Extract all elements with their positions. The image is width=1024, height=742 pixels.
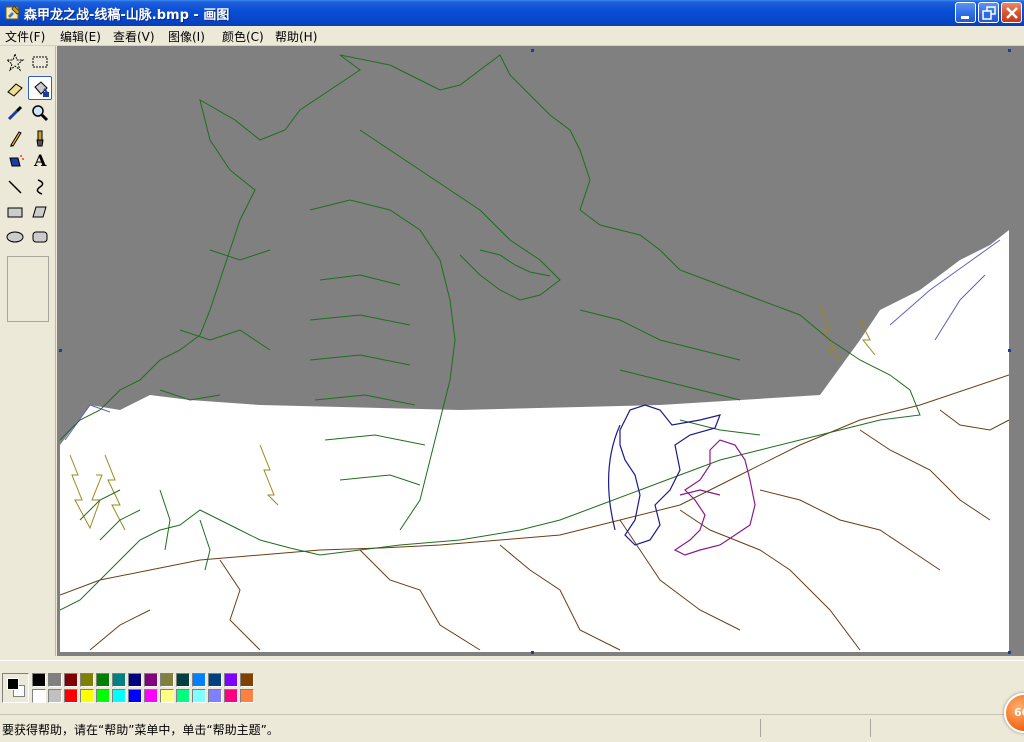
palette-swatch[interactable] (224, 673, 238, 687)
foreground-color-swatch (7, 678, 19, 690)
resize-handle-bottom[interactable] (531, 651, 534, 654)
palette-swatch[interactable] (144, 673, 158, 687)
window-title: 森甲龙之战-线稿-山脉.bmp - 画图 (24, 8, 230, 23)
star-select-icon (5, 52, 25, 72)
resize-handle-right[interactable] (1008, 349, 1011, 352)
minimize-icon (961, 16, 969, 19)
palette-swatch[interactable] (176, 689, 190, 703)
airbrush-icon (9, 155, 24, 167)
palette-swatch[interactable] (112, 673, 126, 687)
status-separator (870, 719, 871, 737)
resize-handle-left[interactable] (59, 349, 62, 352)
palette-swatch[interactable] (128, 689, 142, 703)
palette-swatch[interactable] (112, 689, 126, 703)
tool-polygon[interactable] (28, 200, 52, 224)
title-bar[interactable]: 森甲龙之战-线稿-山脉.bmp - 画图 (0, 0, 1024, 26)
ellipse-icon (6, 231, 24, 243)
text-icon: A (34, 151, 47, 170)
tool-fill[interactable] (28, 76, 52, 100)
palette-swatch[interactable] (48, 689, 62, 703)
paint-app-icon (5, 5, 21, 20)
palette-swatch[interactable] (192, 689, 206, 703)
menu-image[interactable]: 图像(I) (168, 28, 205, 45)
menu-bar: 文件(F) 编辑(E) 查看(V) 图像(I) 颜色(C) 帮助(H) (0, 26, 1024, 46)
menu-help[interactable]: 帮助(H) (275, 28, 317, 45)
tool-line[interactable] (3, 175, 27, 199)
tool-rectangle[interactable] (3, 200, 27, 224)
rectangle-icon (7, 207, 23, 218)
tool-text[interactable]: A (28, 150, 52, 174)
resize-handle-top[interactable] (531, 49, 534, 52)
palette-swatch[interactable] (160, 689, 174, 703)
minimize-button[interactable] (955, 2, 976, 23)
palette-swatch[interactable] (224, 689, 238, 703)
rect-select-icon (32, 56, 48, 68)
canvas-area[interactable] (57, 46, 1024, 656)
palette-swatch[interactable] (64, 689, 78, 703)
palette-swatch[interactable] (64, 673, 78, 687)
tool-brush[interactable] (28, 126, 52, 150)
palette-swatch[interactable] (80, 673, 94, 687)
magnifier-icon (32, 105, 49, 122)
eraser-icon (7, 83, 23, 97)
palette-swatch[interactable] (240, 673, 254, 687)
pencil-icon (10, 131, 22, 147)
menu-view[interactable]: 查看(V) (113, 28, 155, 45)
paint-window: 森甲龙之战-线稿-山脉.bmp - 画图 文件(F) 编辑(E) 查看(V) 图… (0, 0, 1024, 742)
badge-count: 66 (1014, 706, 1024, 719)
palette-swatch[interactable] (32, 689, 46, 703)
restore-button[interactable] (978, 2, 999, 23)
tool-eraser[interactable] (3, 76, 27, 100)
menu-edit[interactable]: 编辑(E) (60, 28, 101, 45)
paint-bucket-icon (34, 81, 49, 97)
palette-swatch[interactable] (48, 673, 62, 687)
palette-swatch[interactable] (128, 673, 142, 687)
polygon-icon (32, 206, 47, 218)
menu-colors[interactable]: 颜色(C) (222, 28, 264, 45)
palette-swatch[interactable] (176, 673, 190, 687)
ground-area (60, 230, 1009, 652)
eyedropper-icon (7, 105, 23, 121)
resize-handle-top-right[interactable] (1008, 49, 1011, 52)
tool-curve[interactable] (28, 175, 52, 199)
rounded-rect-icon (32, 231, 48, 243)
status-help-text: 要获得帮助，请在“帮助”菜单中，单击“帮助主题”。 (2, 723, 279, 737)
palette-swatch[interactable] (160, 673, 174, 687)
drawing-canvas[interactable] (60, 50, 1009, 652)
close-button[interactable] (1001, 2, 1022, 23)
curve-icon (36, 179, 44, 195)
palette-swatch[interactable] (144, 689, 158, 703)
line-icon (8, 180, 22, 194)
tool-rounded-rect[interactable] (28, 225, 52, 249)
palette-swatch[interactable] (208, 673, 222, 687)
tool-free-select[interactable] (3, 50, 27, 74)
close-icon (1006, 7, 1018, 19)
brush-icon (36, 130, 44, 147)
status-bar: 要获得帮助，请在“帮助”菜单中，单击“帮助主题”。 (0, 714, 1024, 742)
tool-rect-select[interactable] (28, 50, 52, 74)
tool-ellipse[interactable] (3, 225, 27, 249)
palette-swatch[interactable] (240, 689, 254, 703)
palette-swatch[interactable] (80, 689, 94, 703)
tool-airbrush[interactable] (3, 150, 27, 174)
palette-swatch[interactable] (96, 673, 110, 687)
color-palette-bar (0, 660, 1024, 712)
toolbox: A (0, 46, 56, 656)
palette-swatch[interactable] (208, 689, 222, 703)
palette-swatch[interactable] (96, 689, 110, 703)
menu-file[interactable]: 文件(F) (5, 28, 45, 45)
palette-swatch[interactable] (192, 673, 206, 687)
palette-swatch[interactable] (32, 673, 46, 687)
tool-options-panel[interactable] (7, 256, 49, 322)
restore-icon (982, 6, 996, 20)
tool-pencil[interactable] (3, 126, 27, 150)
tool-pick-color[interactable] (3, 101, 27, 125)
status-separator (760, 719, 761, 737)
current-colors-indicator[interactable] (2, 673, 29, 703)
resize-handle-bottom-right[interactable] (1008, 651, 1011, 654)
tool-magnifier[interactable] (28, 101, 52, 125)
